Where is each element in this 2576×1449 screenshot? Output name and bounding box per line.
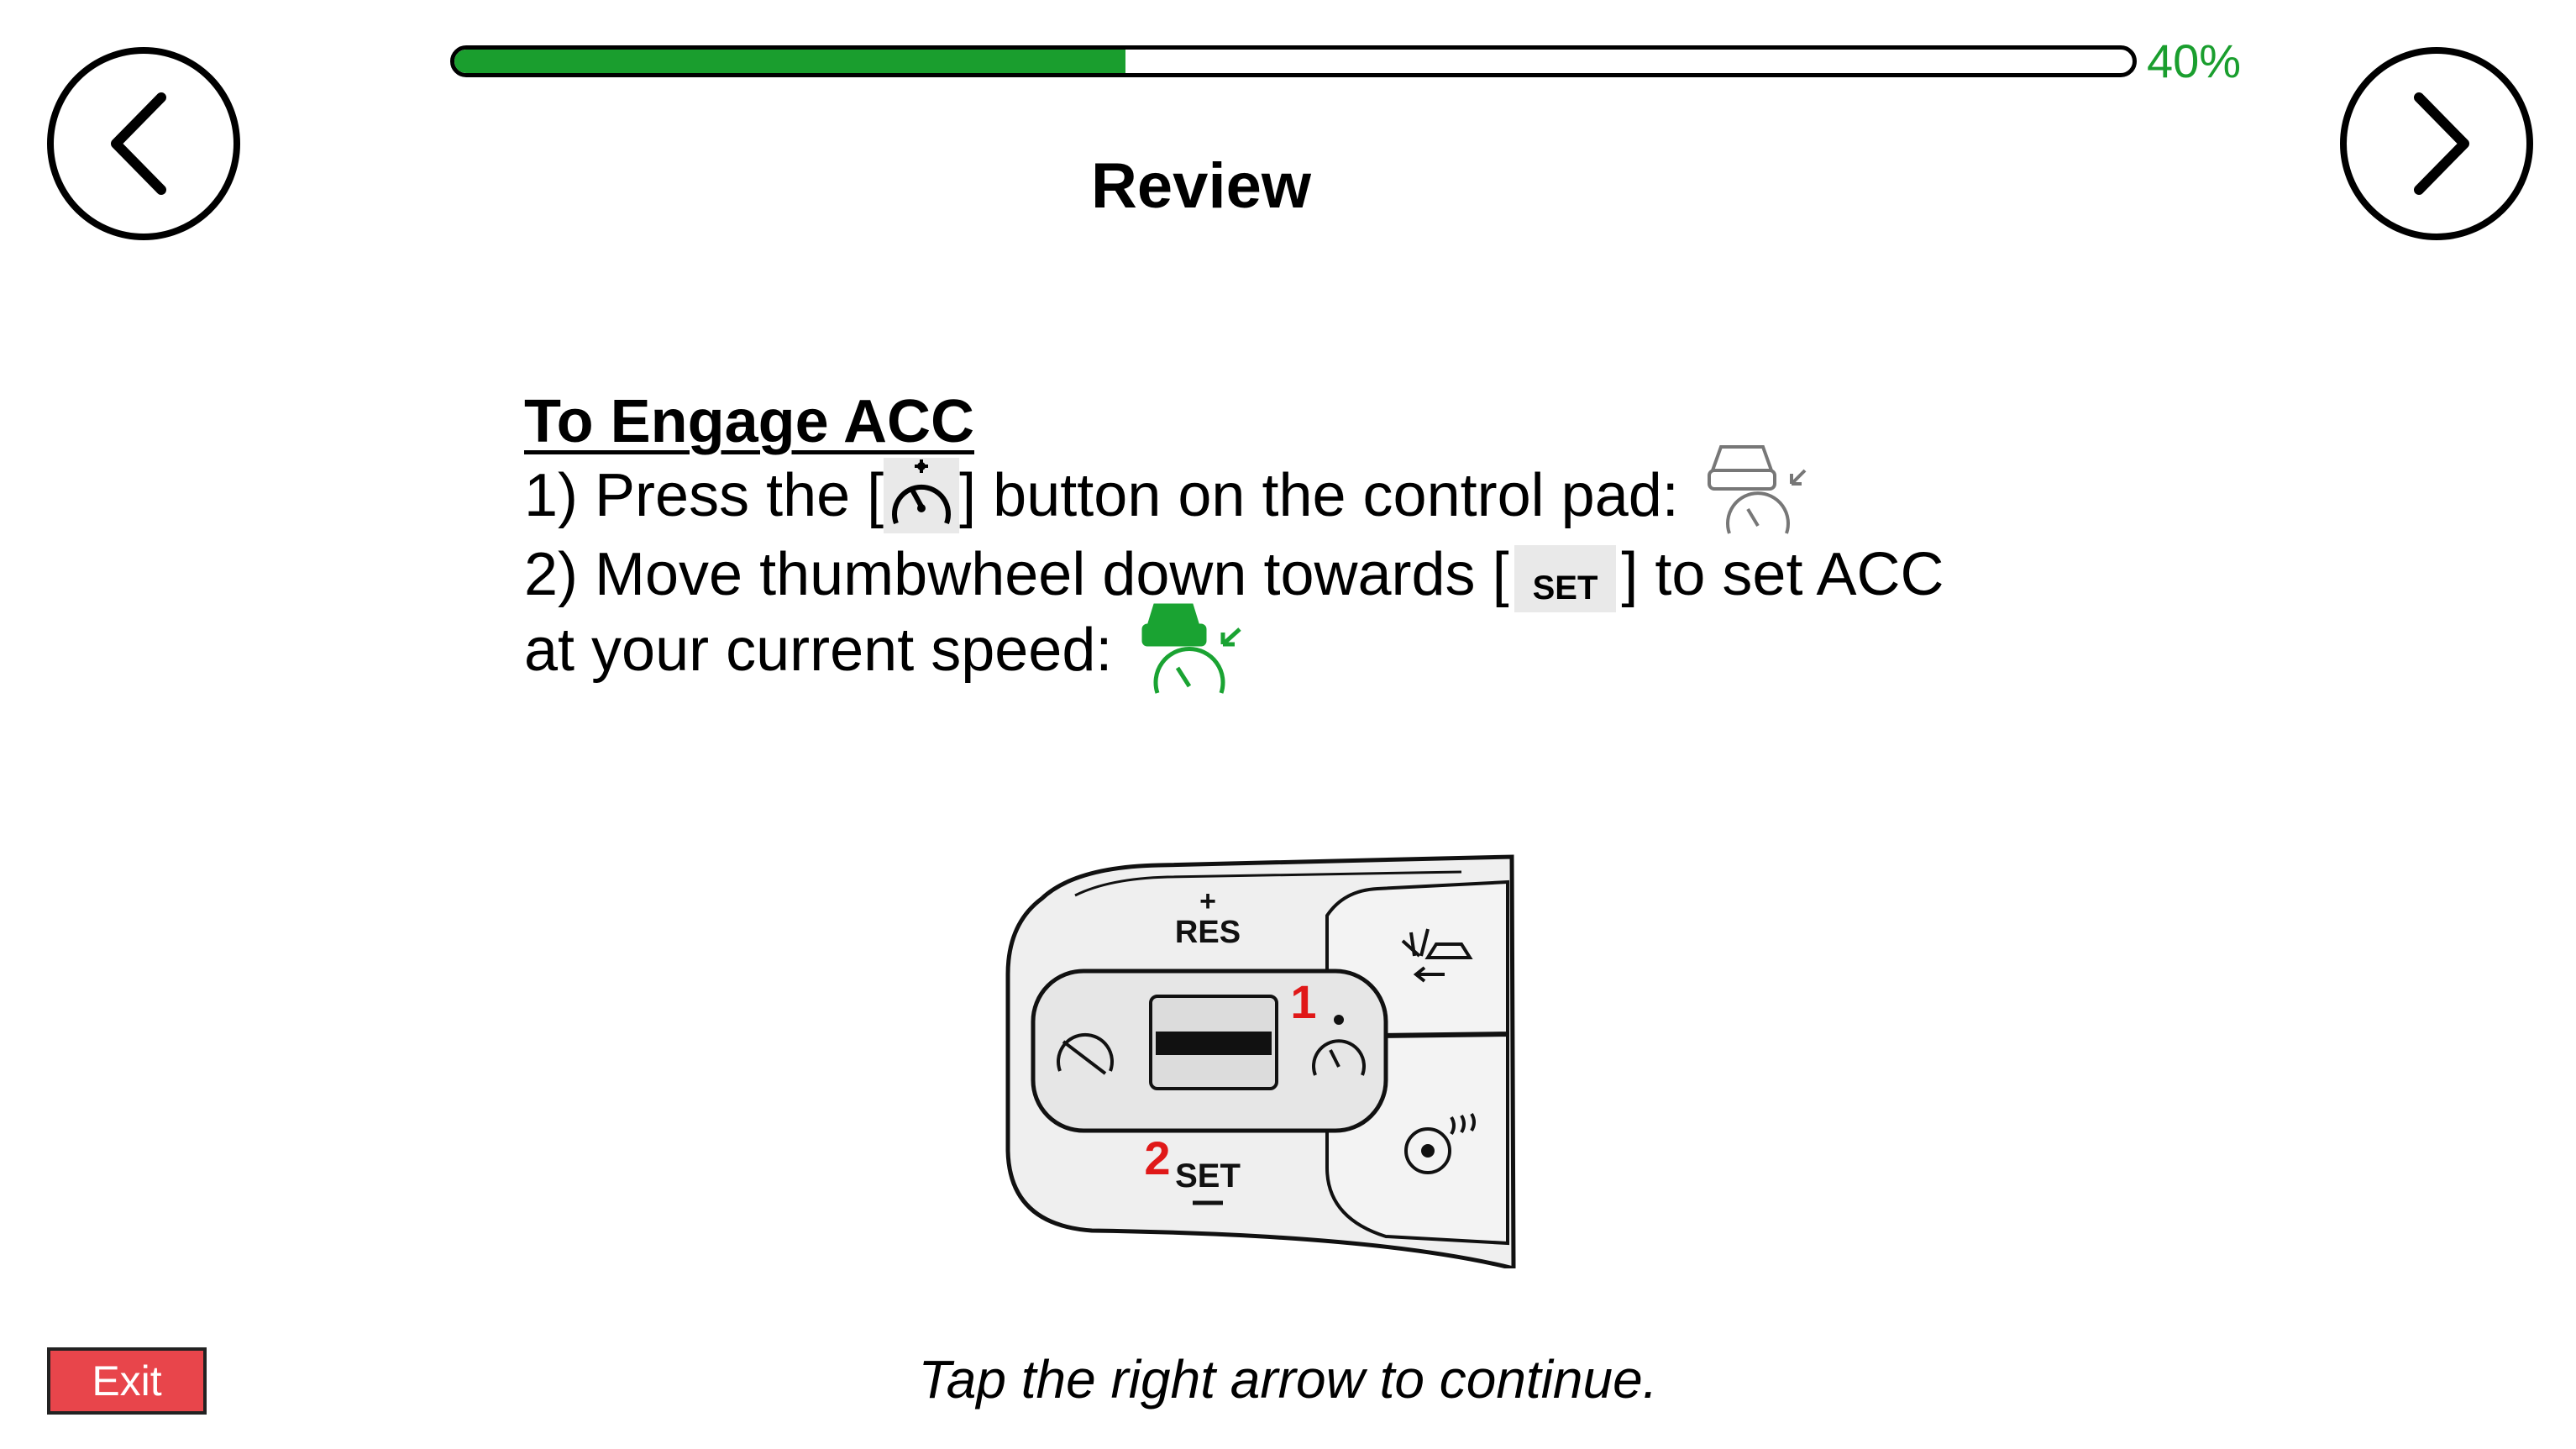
lesson-heading: To Engage ACC — [524, 388, 974, 455]
exit-button[interactable]: Exit — [47, 1347, 207, 1415]
step-2-prefix: 2) Move thumbwheel down towards [ — [524, 540, 1509, 608]
step-2-line2: at your current speed: — [524, 616, 1113, 684]
step-1-suffix: ] button on the control pad: — [959, 462, 1679, 529]
pad-res-label: RES — [1175, 915, 1241, 950]
progress-label: 40% — [2147, 34, 2242, 87]
progress-bar — [450, 45, 2137, 77]
progress-fill — [454, 50, 1126, 73]
step-1: 1) Press the [ ] button on the control p… — [524, 444, 2120, 538]
cruise-control-button-icon — [884, 457, 960, 533]
set-chip-label: SET — [1532, 569, 1598, 606]
pad-set-label: SET — [1175, 1158, 1241, 1194]
control-pad-illustration: + RES SET 1 2 — [991, 848, 1529, 1272]
step-2-continued: at your current speed: — [524, 603, 2120, 696]
page-title: Review — [1091, 150, 1311, 222]
step-2: 2) Move thumbwheel down towards [ SET ] … — [524, 538, 2120, 612]
acc-standby-indicator-icon — [1704, 437, 1813, 538]
lesson-text: To Engage ACC 1) Press the [ ] button on… — [524, 385, 2120, 696]
continue-instruction: Tap the right arrow to continue. — [918, 1349, 1658, 1410]
pad-res-plus: + — [1199, 885, 1216, 917]
callout-2: 2 — [1144, 1131, 1170, 1184]
acc-active-indicator-icon — [1137, 596, 1246, 696]
step-2-suffix: ] to set ACC — [1621, 540, 1944, 608]
set-chip: SET — [1514, 544, 1617, 612]
step-1-prefix: 1) Press the [ — [524, 462, 884, 529]
callout-1: 1 — [1290, 975, 1316, 1028]
